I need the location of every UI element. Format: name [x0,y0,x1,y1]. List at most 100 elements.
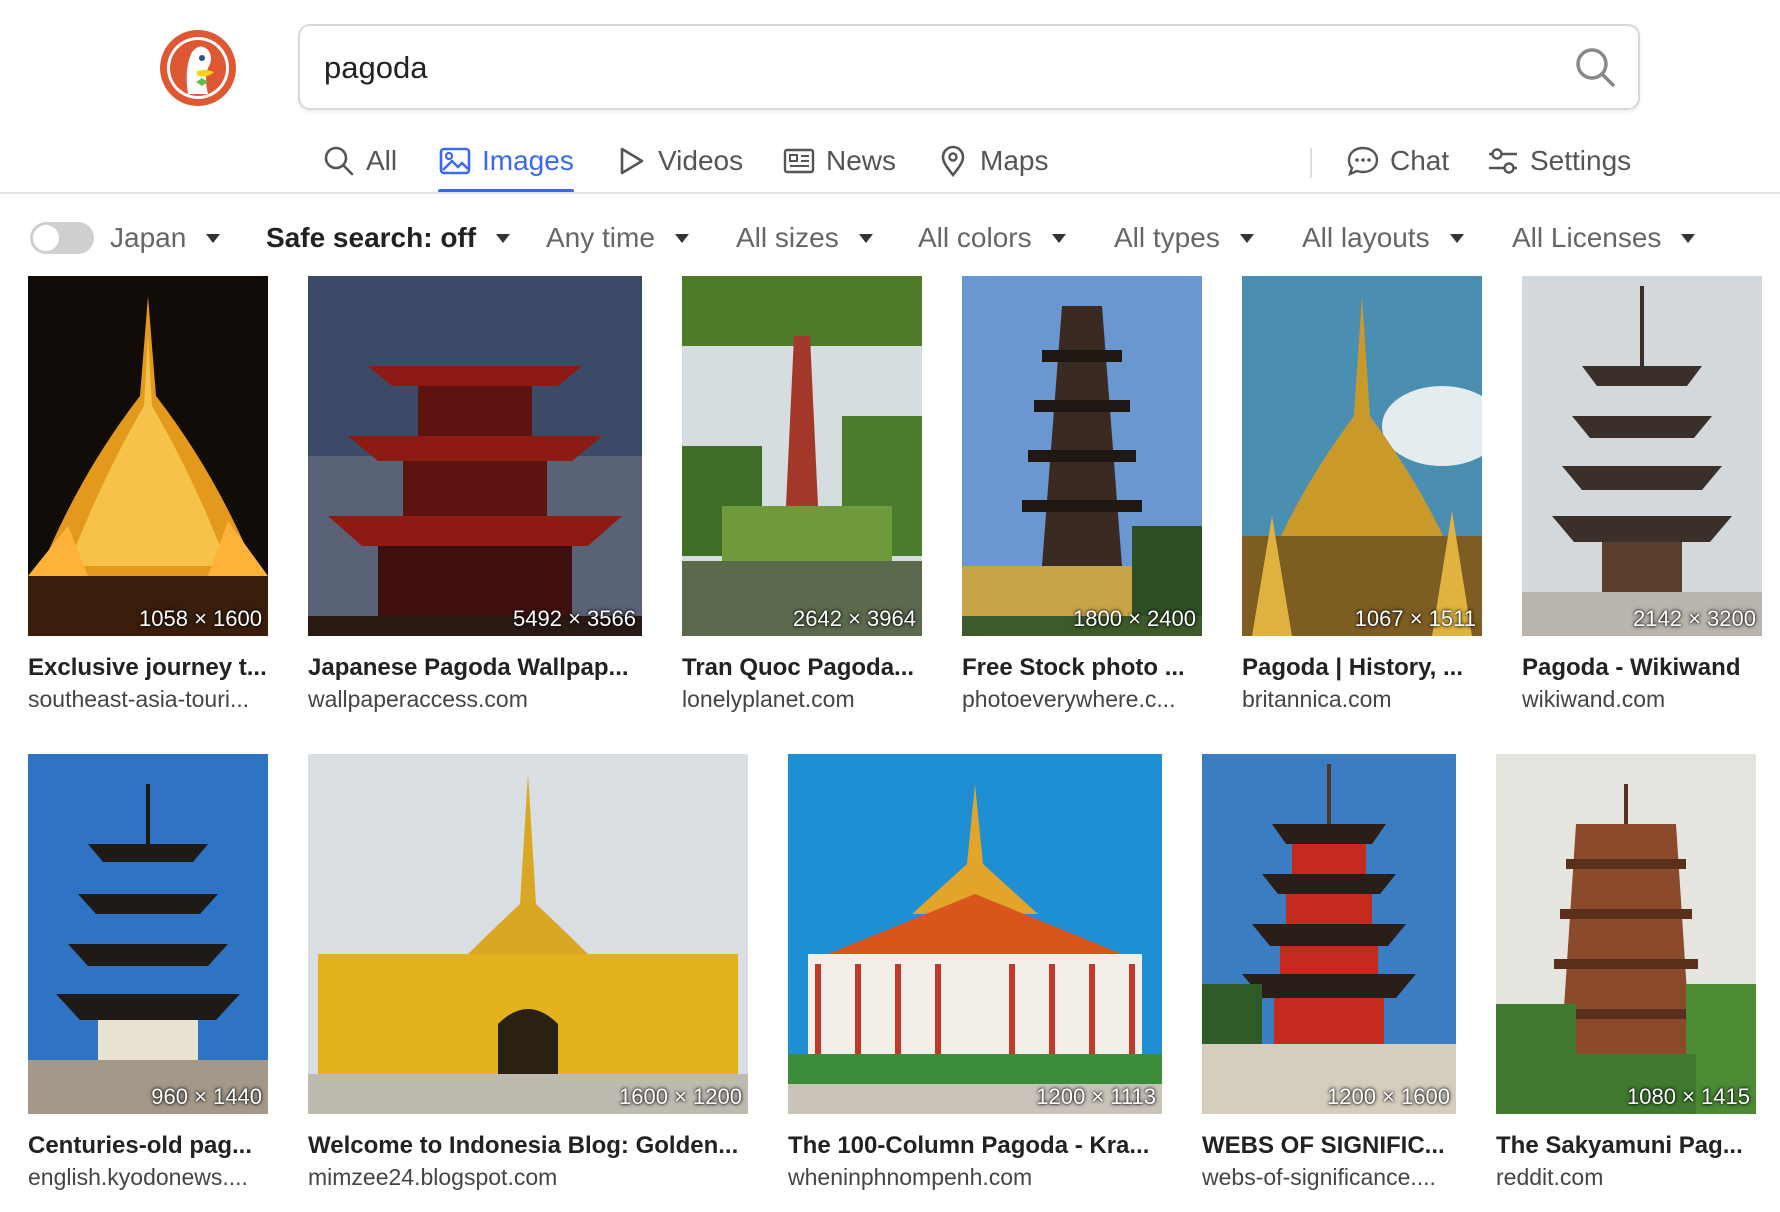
red-five-story-pagoda-image [1202,754,1456,1114]
search-button[interactable] [1572,44,1618,90]
size-label: All sizes [736,222,839,253]
wooden-pagoda-image [1522,276,1762,636]
caret-down-icon [1051,233,1066,243]
hundred-column-pagoda-image [788,754,1162,1114]
safe-search-dropdown[interactable]: Safe search: off [266,216,511,260]
result-thumbnail[interactable]: 1600 × 1200 [308,754,748,1114]
image-result[interactable]: 1080 × 1415 The Sakyamuni Pag... reddit.… [1496,754,1756,1194]
result-source[interactable]: photoeverywhere.c... [962,686,1202,713]
red-pagoda-image [308,276,642,636]
result-title[interactable]: WEBS OF SIGNIFIC... [1202,1132,1456,1160]
layout-dropdown[interactable]: All layouts [1302,216,1464,260]
newspaper-icon [783,148,815,174]
image-dimensions: 1200 × 1600 [1327,1084,1450,1109]
result-title[interactable]: Tran Quoc Pagoda... [682,654,922,682]
image-result[interactable]: 960 × 1440 Centuries-old pag... english.… [28,754,268,1194]
image-dimensions: 1600 × 1200 [619,1084,742,1109]
result-source[interactable]: mimzee24.blogspot.com [308,1164,748,1191]
license-dropdown[interactable]: All Licenses [1512,216,1696,260]
dark-wooden-pagoda-image [28,754,268,1114]
tab-chat-label: Chat [1390,145,1450,176]
size-dropdown[interactable]: All sizes [736,216,873,260]
type-label: All types [1114,222,1220,253]
result-thumbnail[interactable]: 1800 × 2400 [962,276,1202,636]
time-dropdown[interactable]: Any time [546,216,689,260]
type-dropdown[interactable]: All types [1114,216,1254,260]
play-icon [620,147,644,175]
image-result[interactable]: 1800 × 2400 Free Stock photo ... photoev… [962,276,1202,716]
tab-maps[interactable]: Maps [936,130,1048,192]
result-title[interactable]: Free Stock photo ... [962,654,1202,682]
result-title[interactable]: Welcome to Indonesia Blog: Golden... [308,1132,748,1160]
result-source[interactable]: southeast-asia-touri... [28,686,268,713]
result-thumbnail[interactable]: 1200 × 1113 [788,754,1162,1114]
result-thumbnail[interactable]: 960 × 1440 [28,754,268,1114]
duck-logo-icon [160,30,236,106]
tab-images[interactable]: Images [438,130,574,193]
result-source[interactable]: webs-of-significance.... [1202,1164,1456,1191]
caret-down-icon [1239,233,1254,243]
color-label: All colors [918,222,1032,253]
result-source[interactable]: wheninphnompenh.com [788,1164,1162,1191]
tab-images-label: Images [482,145,574,176]
safe-search-label: Safe search: off [266,222,477,253]
image-dimensions: 1058 × 1600 [139,606,262,631]
color-dropdown[interactable]: All colors [918,216,1066,260]
image-result[interactable]: 1200 × 1113 The 100-Column Pagoda - Kra.… [788,754,1162,1194]
image-result[interactable]: 1600 × 1200 Welcome to Indonesia Blog: G… [308,754,748,1194]
result-thumbnail[interactable]: 5492 × 3566 [308,276,642,636]
region-dropdown[interactable]: Japan [110,216,221,260]
tab-settings-label: Settings [1530,145,1632,176]
tab-news-label: News [826,145,897,176]
result-title[interactable]: Pagoda - Wikiwand [1522,654,1762,682]
image-dimensions: 1080 × 1415 [1627,1084,1750,1109]
image-result[interactable]: 2142 × 3200 Pagoda - Wikiwand wikiwand.c… [1522,276,1762,716]
caret-down-icon [858,233,873,243]
region-toggle[interactable] [30,222,94,254]
image-result[interactable]: 5492 × 3566 Japanese Pagoda Wallpap... w… [308,276,642,716]
image-result[interactable]: 1058 × 1600 Exclusive journey t... south… [28,276,268,716]
result-source[interactable]: reddit.com [1496,1164,1756,1191]
map-pin-icon [941,145,965,178]
result-title[interactable]: The Sakyamuni Pag... [1496,1132,1756,1160]
tab-videos[interactable]: Videos [614,130,743,192]
settings-sliders-icon [1489,148,1517,174]
chat-icon [1347,146,1379,177]
result-source[interactable]: wikiwand.com [1522,686,1762,713]
result-thumbnail[interactable]: 2142 × 3200 [1522,276,1762,636]
tab-maps-label: Maps [980,145,1049,176]
tab-news[interactable]: News [782,130,896,192]
tabs-divider [1310,148,1312,178]
caret-down-icon [496,233,511,243]
result-thumbnail[interactable]: 2642 × 3964 [682,276,922,636]
result-source[interactable]: britannica.com [1242,686,1482,713]
search-input[interactable] [322,44,1526,92]
image-result[interactable]: 1200 × 1600 WEBS OF SIGNIFIC... webs-of-… [1202,754,1456,1194]
image-result[interactable]: 1067 × 1511 Pagoda | History, ... britan… [1242,276,1482,716]
result-thumbnail[interactable]: 1200 × 1600 [1202,754,1456,1114]
tab-settings[interactable]: Settings [1486,130,1631,192]
tab-chat[interactable]: Chat [1346,130,1449,192]
image-dimensions: 2642 × 3964 [793,606,916,631]
result-source[interactable]: lonelyplanet.com [682,686,922,713]
result-thumbnail[interactable]: 1080 × 1415 [1496,754,1756,1114]
tab-all[interactable]: All [322,130,397,192]
toggle-knob [33,225,59,251]
image-dimensions: 1067 × 1511 [1354,606,1476,631]
result-thumbnail[interactable]: 1058 × 1600 [28,276,268,636]
result-source[interactable]: english.kyodonews.... [28,1164,268,1191]
filter-bar: Japan Safe search: off Any time All size… [0,212,1780,262]
result-title[interactable]: The 100-Column Pagoda - Kra... [788,1132,1162,1160]
region-label: Japan [110,222,187,253]
result-title[interactable]: Pagoda | History, ... [1242,654,1482,682]
image-dimensions: 960 × 1440 [151,1084,262,1109]
duckduckgo-logo[interactable] [158,28,238,108]
result-title[interactable]: Japanese Pagoda Wallpap... [308,654,642,682]
result-source[interactable]: wallpaperaccess.com [308,686,642,713]
result-title[interactable]: Exclusive journey t... [28,654,268,682]
image-dimensions: 1200 × 1113 [1036,1084,1156,1109]
result-title[interactable]: Centuries-old pag... [28,1132,268,1160]
search-icon [1576,48,1615,87]
result-thumbnail[interactable]: 1067 × 1511 [1242,276,1482,636]
image-result[interactable]: 2642 × 3964 Tran Quoc Pagoda... lonelypl… [682,276,922,716]
